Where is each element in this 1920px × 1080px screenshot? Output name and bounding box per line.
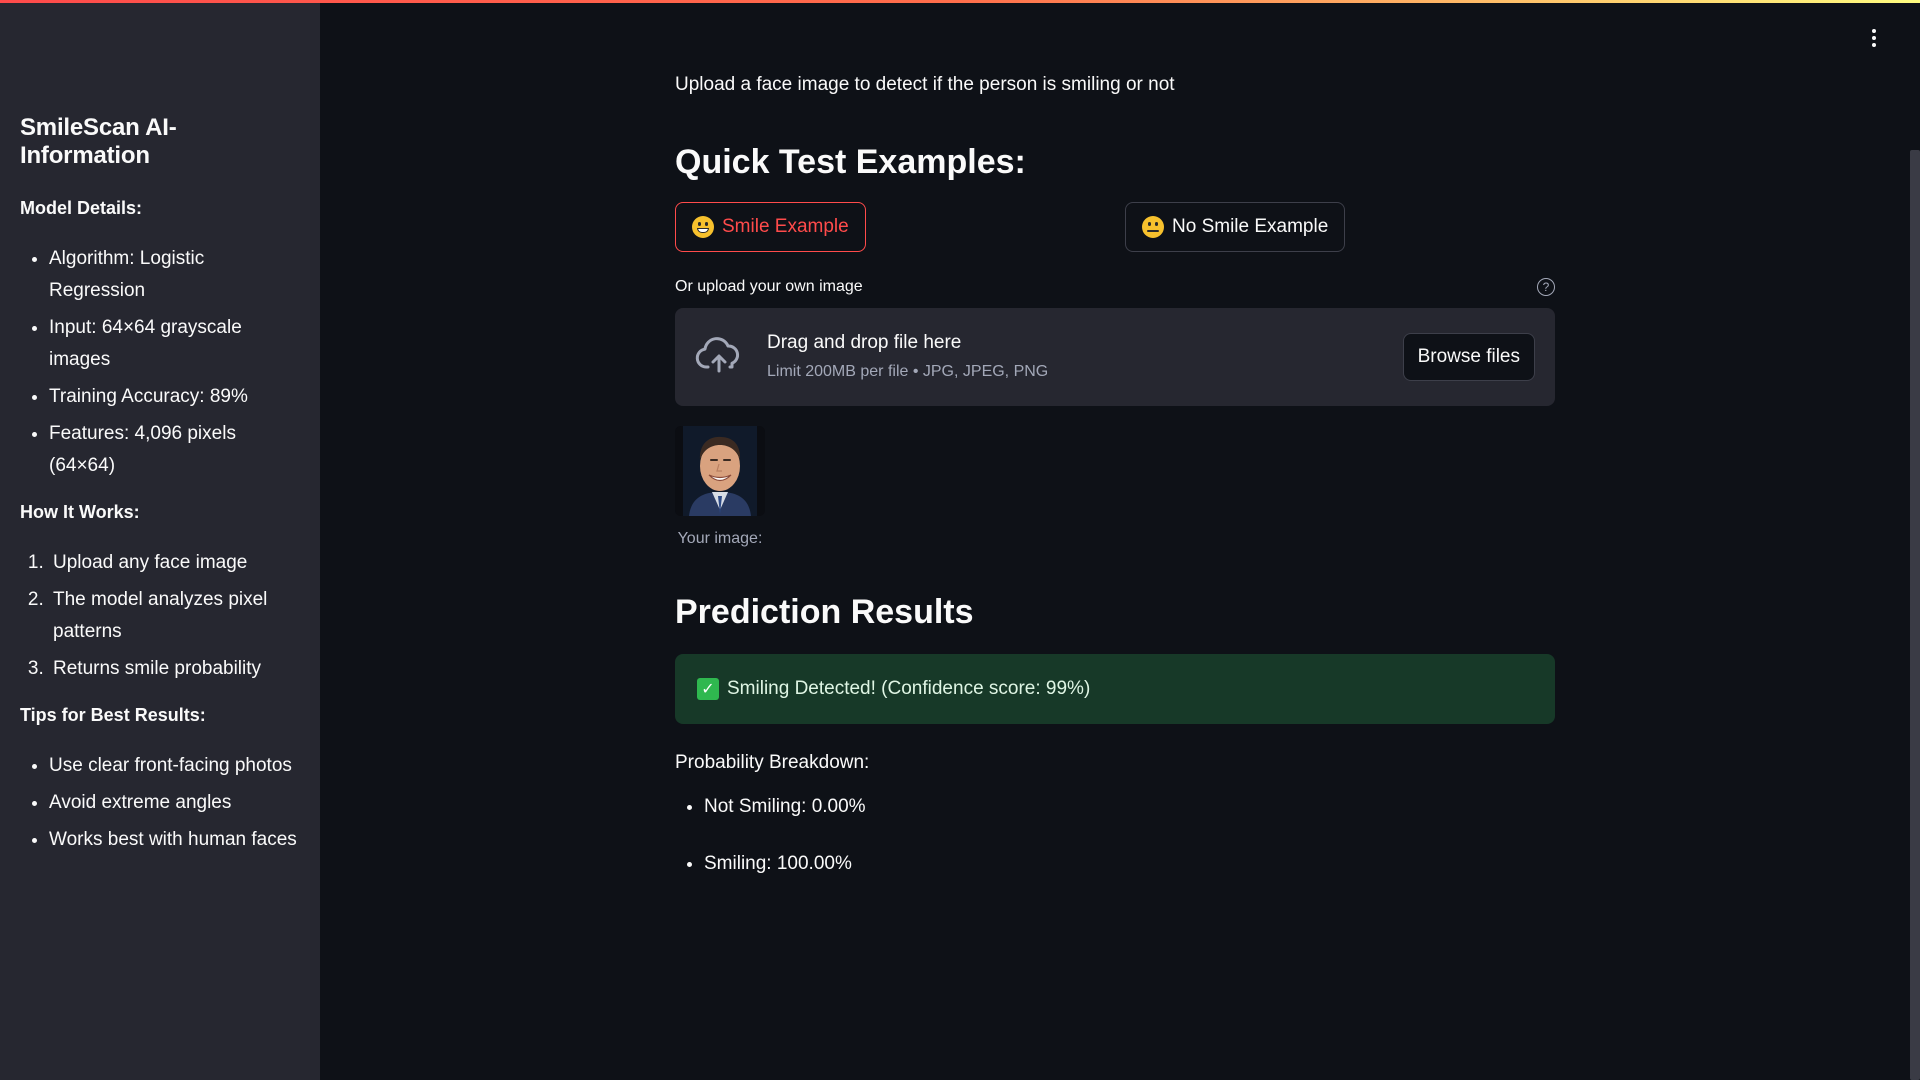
uploader-label: Or upload your own image (675, 278, 863, 295)
breakdown-title: Probability Breakdown: (675, 752, 870, 773)
no-smile-example-label: No Smile Example (1172, 216, 1329, 237)
grinning-face-icon (692, 216, 714, 238)
examples-heading: Quick Test Examples: (675, 143, 1026, 181)
no-smile-example-button[interactable]: No Smile Example (1125, 202, 1346, 252)
list-item: Features: 4,096 pixels (64×64) (49, 418, 300, 482)
probability-list: Not Smiling: 0.00% Smiling: 100.00% (675, 794, 1555, 877)
main-area: Upload a face image to detect if the per… (320, 0, 1920, 1080)
model-details-list: Algorithm: Logistic Regression Input: 64… (20, 243, 300, 482)
list-item: Input: 64×64 grayscale images (49, 312, 300, 376)
tips-list: Use clear front-facing photos Avoid extr… (20, 750, 300, 856)
browse-files-button[interactable]: Browse files (1402, 333, 1535, 381)
question-circle-icon[interactable]: ? (1537, 278, 1555, 296)
list-item: Algorithm: Logistic Regression (49, 243, 300, 307)
dropzone-text: Drag and drop file here Limit 200MB per … (767, 330, 1048, 384)
uploaded-image-block: Your image: (675, 426, 765, 548)
cloud-upload-icon (695, 337, 740, 373)
uploader-label-row: Or upload your own image ? (675, 278, 1555, 296)
list-item: Not Smiling: 0.00% (704, 794, 1555, 820)
dropzone-limit: Limit 200MB per file • JPG, JPEG, PNG (767, 363, 1049, 380)
success-alert: ✓ Smiling Detected! (Confidence score: 9… (675, 654, 1555, 724)
sidebar: SmileScan AI-Information Model Details: … (0, 0, 320, 1080)
list-item: The model analyzes pixel patterns (49, 584, 269, 648)
file-dropzone[interactable]: Drag and drop file here Limit 200MB per … (675, 308, 1555, 406)
neutral-face-icon (1142, 216, 1164, 238)
examples-row: Smile Example No Smile Example (675, 202, 1555, 252)
tips-heading: Tips for Best Results: (20, 705, 206, 725)
smile-example-label: Smile Example (722, 216, 849, 237)
list-item: Use clear front-facing photos (49, 750, 300, 782)
image-caption: Your image: (677, 530, 763, 547)
more-vertical-icon[interactable] (1862, 26, 1886, 50)
list-item: Upload any face image (49, 547, 300, 579)
list-item: Returns smile probability (49, 653, 300, 685)
how-it-works-heading: How It Works: (20, 502, 140, 522)
smile-example-button[interactable]: Smile Example (675, 202, 866, 252)
top-decoration-bar (0, 0, 1920, 3)
results-heading: Prediction Results (675, 593, 974, 631)
sidebar-title: SmileScan AI-Information (20, 114, 177, 169)
check-mark-icon: ✓ (697, 678, 719, 700)
list-item: Works best with human faces (49, 824, 300, 856)
dropzone-title: Drag and drop file here (767, 332, 962, 353)
scrollbar[interactable] (1910, 150, 1920, 1080)
list-item: Training Accuracy: 89% (49, 381, 300, 413)
page-subtitle: Upload a face image to detect if the per… (675, 74, 1175, 95)
model-details-heading: Model Details: (20, 198, 143, 218)
uploaded-face-image (675, 426, 765, 516)
how-it-works-list: Upload any face image The model analyzes… (20, 547, 300, 685)
list-item: Avoid extreme angles (49, 787, 300, 819)
result-text: Smiling Detected! (Confidence score: 99%… (727, 678, 1091, 699)
list-item: Smiling: 100.00% (704, 851, 1555, 877)
main-content: Upload a face image to detect if the per… (675, 72, 1555, 908)
